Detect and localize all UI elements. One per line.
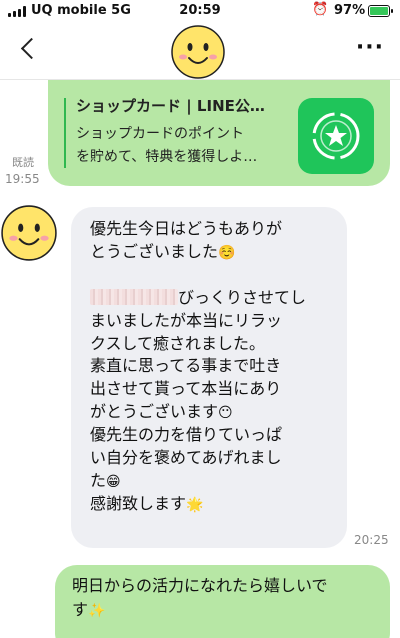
message-line: まいましたが本当にリラッ [90, 310, 283, 330]
sender-avatar[interactable] [0, 204, 58, 262]
received-message-text: 優先生今日はどうもありが とうございました☺️ びっくりさせてし まいましたが本… [90, 218, 306, 517]
alarm-icon: ⏰ [312, 2, 329, 17]
smiley-face-icon [171, 25, 225, 79]
more-options-button[interactable]: ··· [356, 37, 384, 59]
sent-message-bubble[interactable]: 明日からの活力になれたら嬉しいで す✨ [55, 565, 390, 638]
sent-message-text: 明日からの活力になれたら嬉しいで す✨ [72, 574, 328, 623]
read-receipt: 既読 [12, 156, 34, 169]
face-emoji: 😶 [218, 404, 233, 421]
message-timestamp: 20:25 [354, 533, 389, 547]
contact-avatar[interactable] [170, 24, 226, 80]
star-badge-icon [312, 112, 360, 160]
glowing-star-emoji: 🌟 [186, 497, 204, 514]
message-line: 素直に思ってる事まで吐き [90, 356, 282, 376]
message-line: た [90, 470, 107, 490]
message-line: とうございました [90, 241, 219, 261]
status-bar: UQ mobile 5G 20:59 ⏰ 97% [0, 0, 400, 22]
message-line: 出させて貰って本当にあり [90, 378, 282, 398]
shop-card-description: ショップカードのポイント を貯めて、特典を獲得しよ… [76, 123, 257, 169]
battery-percent: 97% [334, 3, 366, 18]
chat-header: ··· [0, 22, 400, 80]
shop-card-icon [298, 98, 374, 174]
message-line: クスして癒されました。 [90, 333, 266, 353]
message-line: 感謝致します [90, 494, 187, 514]
battery-icon [368, 5, 393, 17]
message-line: 優先生の力を借りていっぱ [90, 425, 283, 445]
message-line: い自分を褒めてあげれまし [90, 448, 282, 468]
shop-card-desc-line: ショップカードのポイント [76, 126, 244, 142]
smiley-face-icon [1, 205, 57, 261]
grinning-face-emoji: 😁 [106, 473, 121, 490]
shop-card-message[interactable]: ショップカード | LINE公… ショップカードのポイント を貯めて、特典を獲得… [48, 80, 390, 186]
back-button[interactable] [16, 36, 42, 62]
shop-card-title: ショップカード | LINE公… [76, 97, 265, 115]
message-line: 優先生今日はどうもありが [90, 219, 283, 238]
relieved-face-emoji: ☺️ [218, 244, 236, 261]
message-line: す [72, 600, 89, 619]
message-line: がとうございます [90, 401, 219, 421]
shop-card-desc-line: を貯めて、特典を獲得しよ… [76, 149, 258, 165]
sparkles-emoji: ✨ [88, 603, 106, 619]
message-timestamp: 19:55 [5, 172, 40, 186]
redacted-name-block [90, 289, 178, 306]
received-message-bubble[interactable]: 優先生今日はどうもありが とうございました☺️ びっくりさせてし まいましたが本… [71, 207, 347, 548]
message-line: びっくりさせてし [178, 288, 307, 308]
card-accent-bar [64, 98, 66, 168]
message-line: 明日からの活力になれたら嬉しいで [72, 576, 328, 595]
